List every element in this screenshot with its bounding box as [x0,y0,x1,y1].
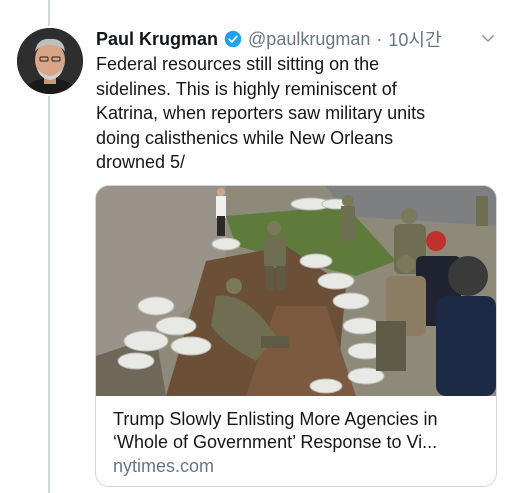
verified-badge-icon [224,30,242,48]
tweet-timestamp[interactable]: 10시간 [388,26,441,52]
tweet-header: Paul Krugman @paulkrugman · 10시간 [96,26,497,52]
card-title: Trump Slowly Enlisting More Agencies in … [113,408,485,454]
card-title-line2: ‘Whole of Government’ Response to Vi... [113,432,438,452]
tweet-text: Federal resources still sitting on the s… [96,54,426,172]
card-image [96,186,496,396]
thread-line-lower [48,96,50,493]
avatar[interactable] [17,28,83,94]
card-title-line1: Trump Slowly Enlisting More Agencies in [113,409,438,429]
avatar-photo [17,28,83,94]
card-domain: nytimes.com [113,456,215,476]
separator-dot: · [376,28,383,49]
author-handle[interactable]: @paulkrugman [248,29,370,50]
thread-line-upper [48,0,50,26]
chevron-down-icon[interactable] [479,29,497,47]
author-name[interactable]: Paul Krugman [96,29,218,50]
link-card[interactable]: Trump Slowly Enlisting More Agencies in … [95,185,497,487]
